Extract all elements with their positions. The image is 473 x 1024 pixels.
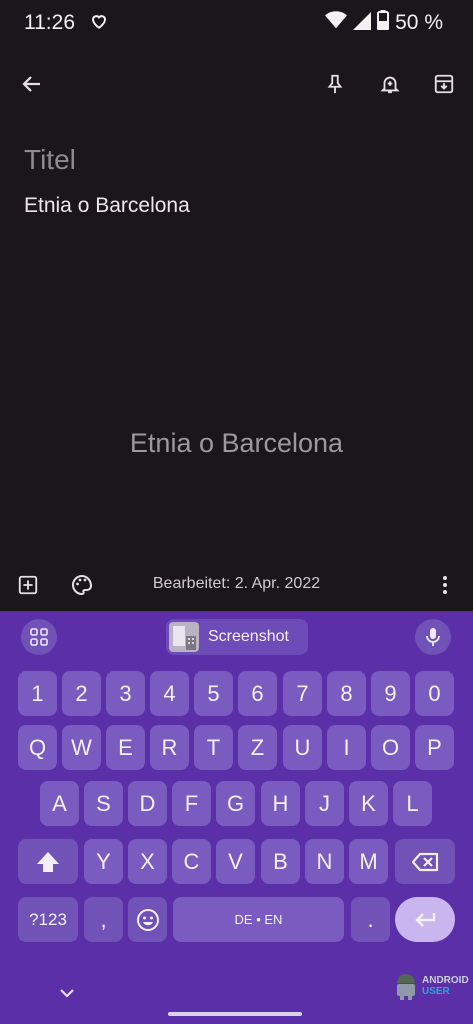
battery-percentage: 50 % bbox=[395, 10, 443, 34]
key-l[interactable]: L bbox=[393, 781, 432, 826]
key-w[interactable]: W bbox=[62, 725, 101, 770]
key-o[interactable]: O bbox=[371, 725, 410, 770]
status-bar: 11:26 50 % bbox=[0, 0, 473, 48]
emoji-key[interactable] bbox=[128, 897, 167, 942]
backspace-key[interactable] bbox=[395, 839, 455, 884]
note-body-input[interactable]: Etnia o Barcelona bbox=[24, 194, 190, 218]
key-h[interactable]: H bbox=[261, 781, 300, 826]
hide-keyboard-button[interactable] bbox=[58, 986, 76, 1005]
keyboard: Screenshot 1 2 3 4 5 6 7 8 9 0 Q W E R T… bbox=[0, 611, 473, 1024]
shift-key[interactable] bbox=[18, 839, 78, 884]
key-e[interactable]: E bbox=[106, 725, 145, 770]
symbols-key[interactable]: ?123 bbox=[18, 897, 78, 942]
pin-icon bbox=[327, 74, 343, 94]
key-p[interactable]: P bbox=[415, 725, 454, 770]
period-key[interactable]: . bbox=[351, 897, 390, 942]
grid-icon bbox=[30, 628, 48, 646]
key-v[interactable]: V bbox=[216, 839, 255, 884]
key-a[interactable]: A bbox=[40, 781, 79, 826]
key-9[interactable]: 9 bbox=[371, 671, 410, 716]
microphone-icon bbox=[426, 628, 440, 646]
key-5[interactable]: 5 bbox=[194, 671, 233, 716]
pin-button[interactable] bbox=[311, 60, 359, 108]
back-arrow-icon bbox=[22, 76, 40, 92]
enter-key[interactable] bbox=[395, 897, 455, 942]
android-robot-icon bbox=[397, 974, 415, 1000]
key-j[interactable]: J bbox=[305, 781, 344, 826]
more-options-button[interactable] bbox=[425, 562, 465, 608]
reminder-bell-icon bbox=[380, 76, 400, 94]
key-7[interactable]: 7 bbox=[283, 671, 322, 716]
key-4[interactable]: 4 bbox=[150, 671, 189, 716]
reminder-button[interactable] bbox=[366, 60, 414, 108]
battery-icon bbox=[377, 10, 390, 35]
space-key[interactable]: DE • EN bbox=[173, 897, 344, 942]
more-vert-icon bbox=[443, 576, 447, 594]
key-i[interactable]: I bbox=[327, 725, 366, 770]
note-toolbar bbox=[0, 60, 473, 108]
key-2[interactable]: 2 bbox=[62, 671, 101, 716]
key-6[interactable]: 6 bbox=[238, 671, 277, 716]
note-watermark-text: Etnia o Barcelona bbox=[129, 428, 344, 458]
keyboard-apps-button[interactable] bbox=[21, 619, 57, 655]
key-m[interactable]: M bbox=[349, 839, 388, 884]
android-user-logo: ANDROID USER bbox=[394, 968, 472, 1004]
key-u[interactable]: U bbox=[283, 725, 322, 770]
signal-icon bbox=[353, 10, 372, 35]
suggestion-label: Screenshot bbox=[208, 628, 289, 645]
chevron-down-icon bbox=[60, 989, 74, 998]
key-g[interactable]: G bbox=[216, 781, 255, 826]
enter-arrow-icon bbox=[415, 912, 436, 927]
key-q[interactable]: Q bbox=[18, 725, 57, 770]
note-title-input[interactable]: Titel bbox=[24, 144, 76, 176]
key-s[interactable]: S bbox=[84, 781, 123, 826]
key-b[interactable]: B bbox=[261, 839, 300, 884]
screenshot-thumbnail-icon bbox=[169, 622, 199, 652]
key-z[interactable]: Z bbox=[238, 725, 277, 770]
key-c[interactable]: C bbox=[172, 839, 211, 884]
shift-arrow-icon bbox=[37, 851, 59, 872]
key-f[interactable]: F bbox=[172, 781, 211, 826]
key-d[interactable]: D bbox=[128, 781, 167, 826]
key-1[interactable]: 1 bbox=[18, 671, 57, 716]
key-0[interactable]: 0 bbox=[415, 671, 454, 716]
key-n[interactable]: N bbox=[305, 839, 344, 884]
archive-button[interactable] bbox=[420, 60, 468, 108]
back-button[interactable] bbox=[8, 60, 56, 108]
wifi-icon bbox=[325, 10, 348, 35]
heart-icon bbox=[90, 12, 108, 35]
key-3[interactable]: 3 bbox=[106, 671, 145, 716]
screenshot-suggestion-chip[interactable]: Screenshot bbox=[166, 619, 308, 655]
key-t[interactable]: T bbox=[194, 725, 233, 770]
logo-line-2: USER bbox=[422, 986, 450, 997]
status-time: 11:26 bbox=[24, 11, 75, 34]
key-x[interactable]: X bbox=[128, 839, 167, 884]
edited-timestamp: Bearbeitet: 2. Apr. 2022 bbox=[152, 575, 321, 592]
archive-icon bbox=[434, 74, 454, 94]
emoji-icon bbox=[136, 908, 159, 931]
key-k[interactable]: K bbox=[349, 781, 388, 826]
comma-key[interactable]: , bbox=[84, 897, 123, 942]
key-y[interactable]: Y bbox=[84, 839, 123, 884]
note-bottom-bar: Bearbeitet: 2. Apr. 2022 bbox=[0, 562, 473, 608]
keyboard-suggestion-bar: Screenshot bbox=[0, 611, 473, 663]
backspace-icon bbox=[411, 852, 439, 871]
logo-line-1: ANDROID bbox=[422, 975, 469, 986]
key-8[interactable]: 8 bbox=[327, 671, 366, 716]
key-r[interactable]: R bbox=[150, 725, 189, 770]
voice-input-button[interactable] bbox=[415, 619, 451, 655]
gesture-handle[interactable] bbox=[168, 1012, 302, 1016]
